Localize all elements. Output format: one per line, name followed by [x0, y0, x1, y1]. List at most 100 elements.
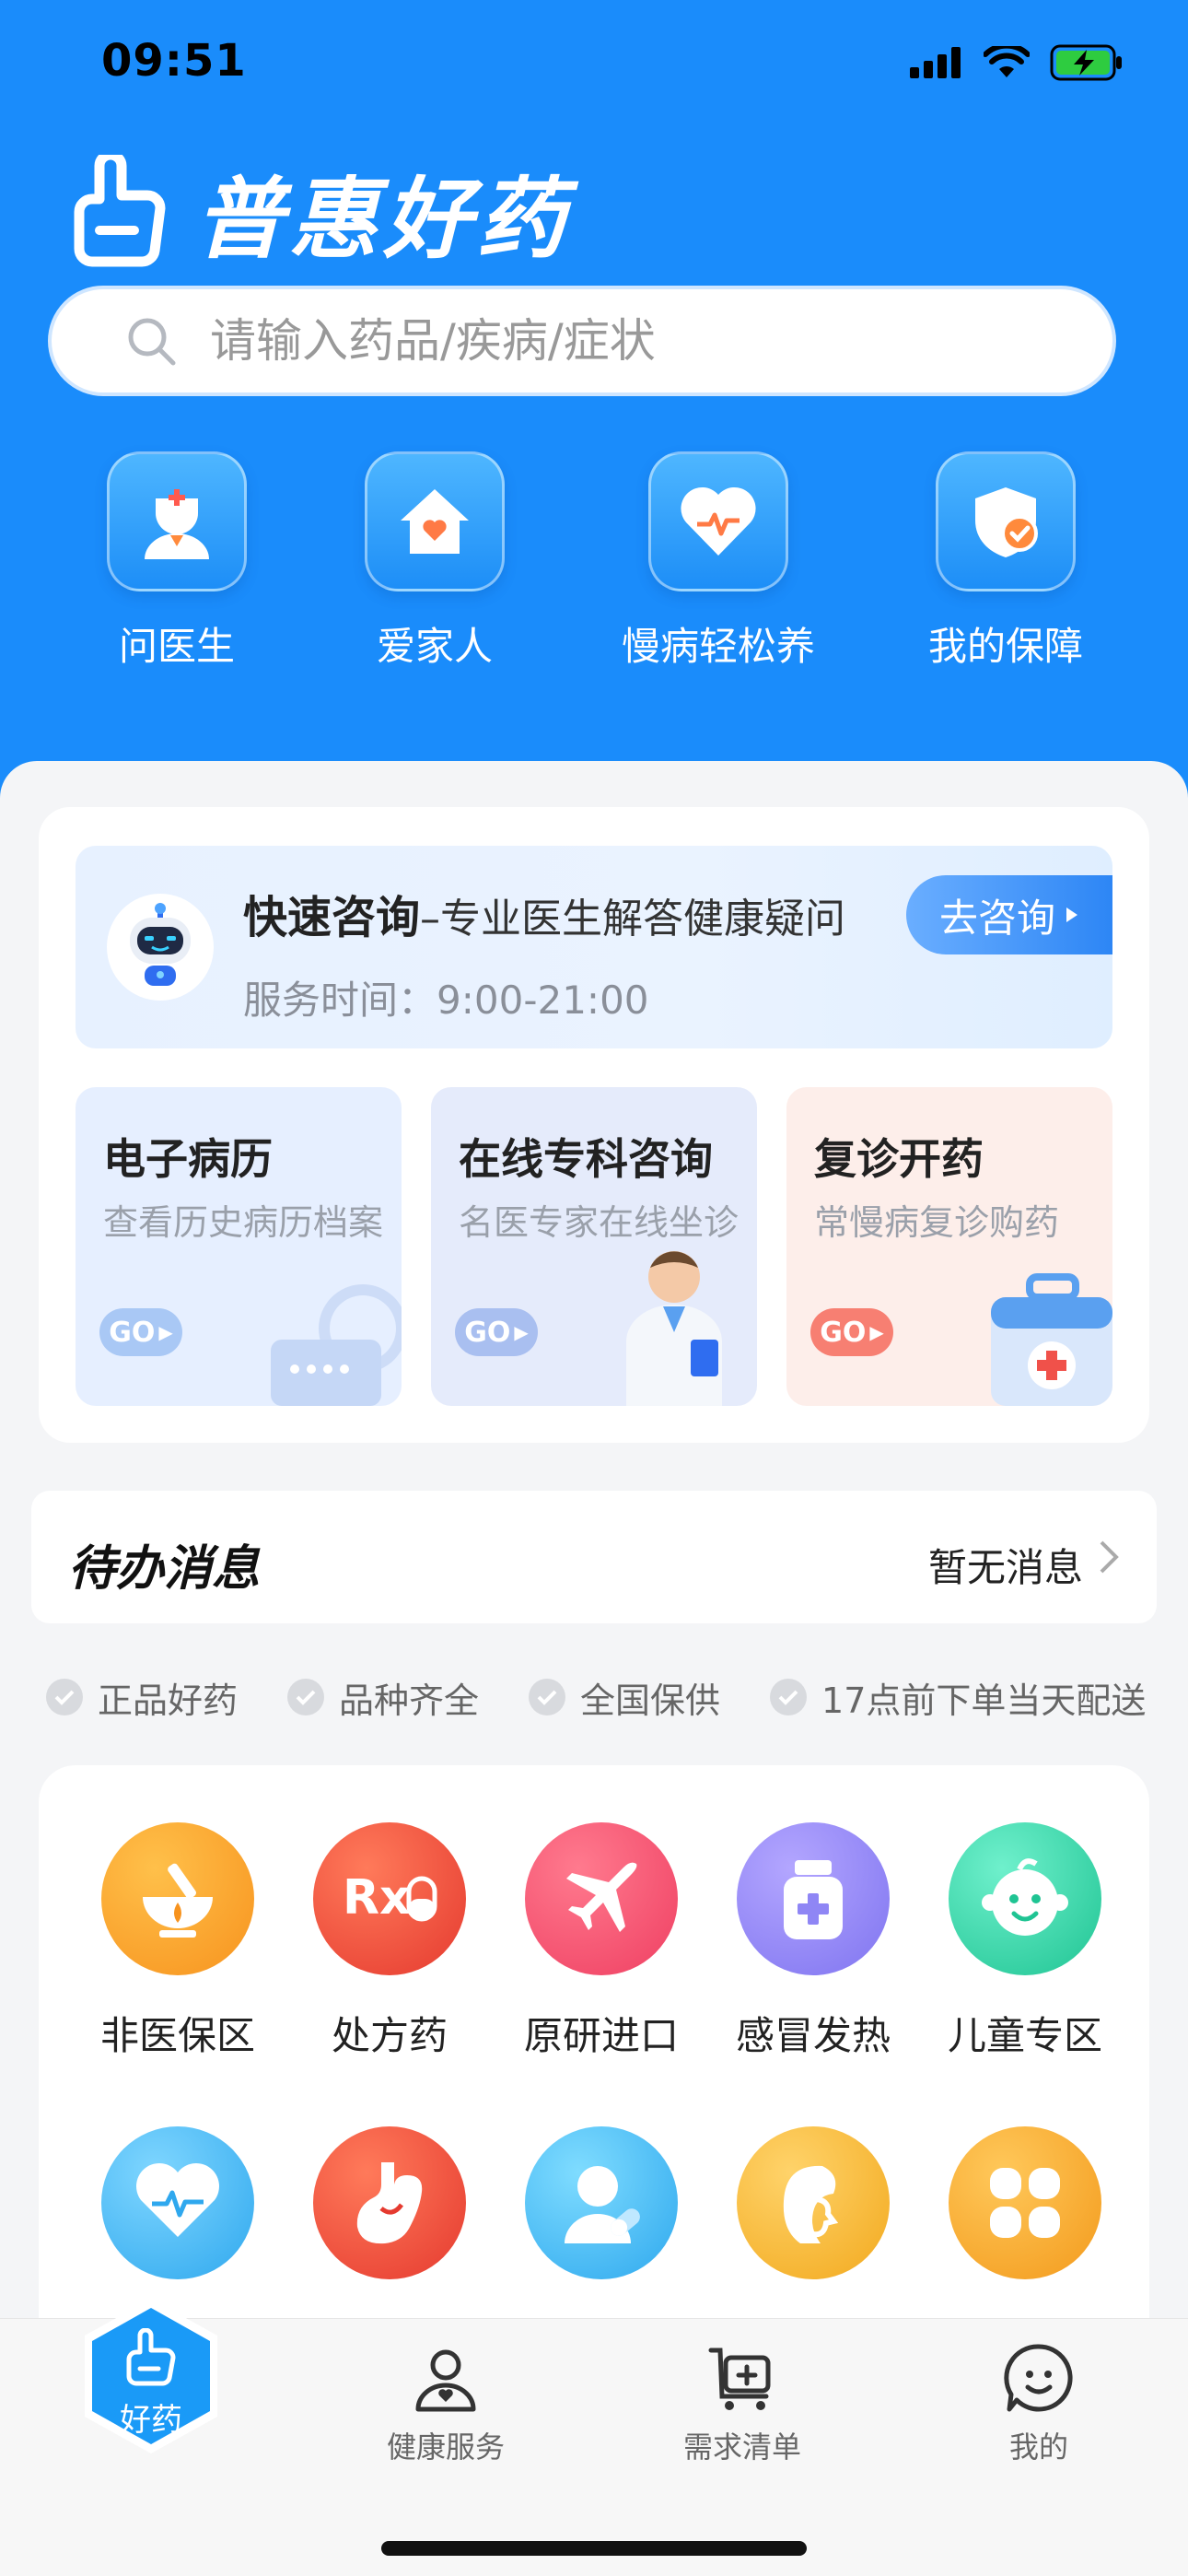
play-arrow-icon: ▶ — [158, 1321, 173, 1343]
feature-label: 全国保供 — [580, 1680, 721, 1721]
service-card-medical-record[interactable]: 电子病历 查看历史病历档案 GO ▶ — [76, 1087, 402, 1406]
baby-face-icon — [949, 1822, 1101, 1975]
app-screen: 09:51 普惠好药 请输入药品/疾病/症状 问医生 爱家人 慢病轻松养 我的保… — [0, 0, 1188, 2576]
quick-action-chronic[interactable]: 慢病轻松养 — [580, 451, 856, 672]
quick-action-label: 我的保障 — [927, 624, 1083, 669]
search-input[interactable] — [210, 314, 1039, 368]
category-label: 原研进口 — [523, 2013, 679, 2058]
tab-health-services[interactable]: 健康服务 — [354, 2341, 538, 2466]
service-subtitle: 名医专家在线坐诊 — [459, 1202, 740, 1243]
tab-demand-list[interactable]: 需求清单 — [650, 2341, 834, 2466]
services-card: 快速咨询–专业医生解答健康疑问 服务时间：9:00-21:00 去咨询 电子病历… — [39, 807, 1149, 1443]
svg-text:Rx: Rx — [343, 1870, 411, 1926]
thumbs-up-logo-icon — [74, 154, 166, 266]
feature-label: 17点前下单当天配送 — [821, 1680, 1147, 1721]
category-cold-fever[interactable]: 感冒发热 — [707, 1822, 919, 2061]
cart-list-icon — [708, 2348, 771, 2410]
status-time: 09:51 — [101, 35, 247, 87]
category-label: 处方药 — [331, 2013, 448, 2058]
todo-messages[interactable]: 待办消息 暂无消息 — [31, 1491, 1157, 1623]
feature-badges: 正品好药 品种齐全 全国保供 17点前下单当天配送 — [46, 1669, 1151, 1725]
tab-label: 健康服务 — [386, 2430, 505, 2465]
chevron-right-icon — [1100, 1540, 1119, 1574]
quick-action-family[interactable]: 爱家人 — [297, 451, 573, 672]
consult-title: 快速咨询–专业医生解答健康疑问 — [243, 881, 845, 945]
check-circle-icon — [287, 1679, 325, 1715]
quick-action-label: 慢病轻松养 — [621, 624, 815, 669]
service-title: 复诊开药 — [814, 1134, 984, 1184]
clock-folder-icon — [271, 1284, 402, 1406]
tab-label: 需求清单 — [682, 2430, 801, 2465]
service-card-prescription-refill[interactable]: 复诊开药 常慢病复诊购药 GO ▶ — [786, 1087, 1112, 1406]
quick-action-ask-doctor[interactable]: 问医生 — [39, 451, 315, 672]
status-icons — [910, 44, 1124, 81]
airplane-icon — [525, 1822, 678, 1975]
rx-icon: Rx — [313, 1822, 466, 1975]
tab-label: 好药 — [120, 2402, 182, 2439]
check-circle-icon — [46, 1679, 83, 1715]
category-stomach[interactable] — [284, 2126, 495, 2309]
check-circle-icon — [529, 1679, 566, 1715]
consult-title-sub: –专业医生解答健康疑问 — [420, 896, 846, 943]
brand-name: 普惠好药 — [195, 168, 571, 271]
go-label: GO — [820, 1316, 867, 1349]
brand-logo: 普惠好药 — [72, 147, 571, 275]
service-card-online-consult[interactable]: 在线专科咨询 名医专家在线坐诊 GO ▶ — [431, 1087, 757, 1406]
thumb-icon — [126, 2328, 176, 2386]
category-prescription[interactable]: Rx 处方药 — [284, 1822, 495, 2061]
todo-status: 暂无消息 — [927, 1545, 1083, 1590]
male-pill-icon — [525, 2126, 678, 2279]
doctor-icon — [107, 451, 247, 591]
category-label: 儿童专区 — [947, 2013, 1102, 2058]
heart-pulse-icon — [648, 451, 788, 591]
go-button[interactable]: GO ▶ — [810, 1308, 893, 1356]
consult-title-main: 快速咨询 — [243, 892, 421, 943]
search-bar[interactable] — [48, 286, 1116, 396]
tab-mine[interactable]: 我的 — [947, 2341, 1131, 2466]
service-subtitle: 常慢病复诊购药 — [814, 1202, 1060, 1243]
play-arrow-icon: ▶ — [869, 1321, 884, 1343]
quick-action-label: 爱家人 — [376, 624, 493, 669]
home-indicator[interactable] — [381, 2541, 807, 2556]
wifi-icon — [984, 46, 1030, 77]
category-male-health[interactable] — [495, 2126, 707, 2309]
category-female-health[interactable] — [707, 2126, 919, 2309]
go-button[interactable]: GO ▶ — [455, 1308, 538, 1356]
medical-kit-icon — [991, 1273, 1112, 1406]
feature-item: 品种齐全 — [287, 1669, 479, 1725]
consult-hours: 服务时间：9:00-21:00 — [243, 978, 649, 1023]
tab-label: 我的 — [1008, 2430, 1068, 2465]
medicine-bottle-icon — [737, 1822, 890, 1975]
category-heart-health[interactable] — [72, 2126, 284, 2309]
quick-action-insurance[interactable]: 我的保障 — [868, 451, 1144, 672]
battery-charging-icon — [1050, 44, 1122, 81]
go-button[interactable]: GO ▶ — [99, 1308, 182, 1356]
service-title: 在线专科咨询 — [459, 1134, 713, 1184]
female-profile-icon — [737, 2126, 890, 2279]
category-all[interactable] — [919, 2126, 1131, 2309]
category-imported[interactable]: 原研进口 — [495, 1822, 707, 2061]
tab-home[interactable]: 好药 — [77, 2295, 225, 2457]
feature-item: 17点前下单当天配送 — [770, 1669, 1146, 1725]
bottom-tab-bar: 好药 健康服务 需求清单 我的 — [0, 2299, 1188, 2576]
mortar-icon — [101, 1822, 254, 1975]
consult-button[interactable]: 去咨询 — [906, 875, 1112, 954]
feature-item: 全国保供 — [529, 1669, 720, 1725]
quick-action-label: 问医生 — [118, 624, 235, 669]
category-label: 非医保区 — [99, 2013, 255, 2058]
go-label: GO — [109, 1316, 156, 1349]
quick-consult-banner[interactable]: 快速咨询–专业医生解答健康疑问 服务时间：9:00-21:00 去咨询 — [76, 846, 1112, 1048]
search-icon — [128, 318, 176, 366]
category-label: 感冒发热 — [735, 2013, 891, 2058]
robot-avatar-icon — [107, 894, 214, 1001]
smile-chat-icon — [1004, 2344, 1073, 2412]
quick-actions: 问医生 爱家人 慢病轻松养 我的保障 — [0, 451, 1188, 682]
grid-icon — [949, 2126, 1101, 2279]
feature-label: 品种齐全 — [339, 1680, 480, 1721]
heart-monitor-icon — [101, 2126, 254, 2279]
consult-button-label: 去咨询 — [938, 895, 1055, 941]
category-non-insurance[interactable]: 非医保区 — [72, 1822, 284, 2061]
category-children[interactable]: 儿童专区 — [919, 1822, 1131, 2061]
stomach-icon — [313, 2126, 466, 2279]
home-heart-icon — [365, 451, 505, 591]
